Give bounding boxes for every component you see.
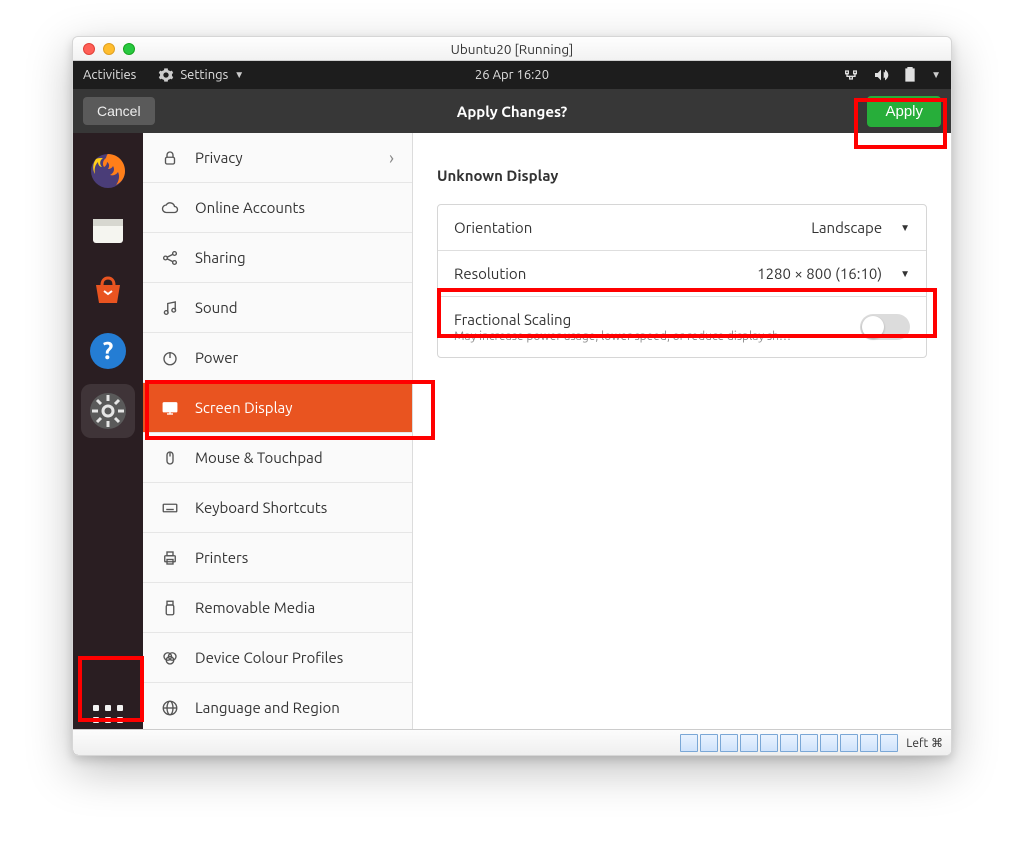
vbox-seamless-icon[interactable] <box>840 734 858 752</box>
sidebar-item-language[interactable]: Language and Region <box>143 683 412 733</box>
app-menu-label: Settings <box>180 68 228 82</box>
vbox-net-icon[interactable] <box>720 734 738 752</box>
power-icon <box>161 349 179 367</box>
battery-icon[interactable] <box>903 67 917 83</box>
vbox-usb-icon[interactable] <box>740 734 758 752</box>
chevron-down-icon: ▼ <box>900 222 910 234</box>
display-icon <box>161 399 179 417</box>
keyboard-icon <box>161 499 179 517</box>
volume-icon[interactable] <box>873 68 889 82</box>
svg-text:?: ? <box>103 337 114 364</box>
usb-icon <box>161 599 179 617</box>
software-icon <box>88 271 128 311</box>
window-title: Ubuntu20 [Running] <box>73 41 951 57</box>
sidebar-item-sound[interactable]: Sound <box>143 283 412 333</box>
help-icon: ? <box>88 331 128 371</box>
gear-icon <box>158 67 174 83</box>
dock-files[interactable] <box>81 204 135 258</box>
mouse-icon <box>161 449 179 467</box>
orientation-label: Orientation <box>454 219 532 236</box>
mac-titlebar: Ubuntu20 [Running] <box>73 37 951 61</box>
sidebar-item-privacy[interactable]: Privacy › <box>143 133 412 183</box>
settings-icon <box>88 391 128 431</box>
sidebar-item-printers[interactable]: Printers <box>143 533 412 583</box>
colour-icon <box>161 649 179 667</box>
sidebar-item-label: Keyboard Shortcuts <box>195 499 327 516</box>
hostkey-label: Left ⌘ <box>906 736 943 750</box>
chevron-down-icon[interactable]: ▼ <box>931 69 941 81</box>
fractional-scaling-label: Fractional Scaling <box>454 311 794 328</box>
sidebar-item-sharing[interactable]: Sharing <box>143 233 412 283</box>
share-icon <box>161 249 179 267</box>
vbox-display-icon[interactable] <box>780 734 798 752</box>
vbox-hd-icon[interactable] <box>680 734 698 752</box>
sidebar-item-label: Sharing <box>195 249 246 266</box>
sidebar-item-mouse[interactable]: Mouse & Touchpad <box>143 433 412 483</box>
vbox-v-icon[interactable] <box>820 734 838 752</box>
vbox-shared-icon[interactable] <box>760 734 778 752</box>
chevron-down-icon: ▼ <box>234 69 244 81</box>
globe-icon <box>161 699 179 717</box>
chevron-down-icon: ▼ <box>900 268 910 280</box>
dialog-headerbar: Cancel Apply Changes? Apply <box>73 89 951 133</box>
sidebar-item-label: Screen Display <box>195 399 292 416</box>
sidebar-item-label: Language and Region <box>195 699 340 716</box>
ubuntu-dock: ? <box>73 133 143 755</box>
window-minimize-button[interactable] <box>103 43 115 55</box>
settings-sidebar: Privacy › Online Accounts Sharing Sound … <box>143 133 413 755</box>
dock-firefox[interactable] <box>81 144 135 198</box>
cloud-icon <box>161 199 179 217</box>
vbox-cd-icon[interactable] <box>700 734 718 752</box>
sidebar-item-label: Device Colour Profiles <box>195 649 343 666</box>
orientation-value: Landscape <box>811 219 882 236</box>
vbox-rec-icon[interactable] <box>800 734 818 752</box>
sidebar-item-power[interactable]: Power <box>143 333 412 383</box>
orientation-row[interactable]: Orientation Landscape ▼ <box>438 205 926 251</box>
dialog-title: Apply Changes? <box>73 103 951 120</box>
sidebar-item-online-accounts[interactable]: Online Accounts <box>143 183 412 233</box>
lock-icon <box>161 149 179 167</box>
sidebar-item-label: Removable Media <box>195 599 315 616</box>
dock-help[interactable]: ? <box>81 324 135 378</box>
app-menu[interactable]: Settings ▼ <box>158 67 244 83</box>
firefox-icon <box>88 151 128 191</box>
activities-button[interactable]: Activities <box>83 68 136 82</box>
resolution-value: 1280 × 800 (16:10) <box>757 265 882 282</box>
music-icon <box>161 299 179 317</box>
fractional-scaling-switch[interactable] <box>860 314 910 340</box>
vbox-keyboard-icon[interactable] <box>860 734 878 752</box>
fractional-scaling-row[interactable]: Fractional Scaling May increase power us… <box>438 297 926 357</box>
vm-window: Ubuntu20 [Running] Activities Settings ▼… <box>72 36 952 756</box>
resolution-row[interactable]: Resolution 1280 × 800 (16:10) ▼ <box>438 251 926 297</box>
section-title: Unknown Display <box>437 167 927 184</box>
vbox-hostkey-icon[interactable] <box>880 734 898 752</box>
sidebar-item-label: Privacy <box>195 149 243 166</box>
vbox-statusbar: Left ⌘ <box>73 729 951 755</box>
window-close-button[interactable] <box>83 43 95 55</box>
printer-icon <box>161 549 179 567</box>
sidebar-item-label: Online Accounts <box>195 199 305 216</box>
sidebar-item-label: Sound <box>195 299 238 316</box>
sidebar-item-label: Power <box>195 349 238 366</box>
resolution-label: Resolution <box>454 265 526 282</box>
sidebar-item-label: Mouse & Touchpad <box>195 449 323 466</box>
display-settings-content: Unknown Display Orientation Landscape ▼ … <box>413 133 951 755</box>
chevron-right-icon: › <box>389 148 394 168</box>
network-icon[interactable] <box>843 68 859 82</box>
files-icon <box>88 211 128 251</box>
sidebar-item-label: Printers <box>195 549 248 566</box>
sidebar-item-removable[interactable]: Removable Media <box>143 583 412 633</box>
dock-settings[interactable] <box>81 384 135 438</box>
sidebar-item-keyboard[interactable]: Keyboard Shortcuts <box>143 483 412 533</box>
sidebar-item-screen-display[interactable]: Screen Display <box>143 383 412 433</box>
window-maximize-button[interactable] <box>123 43 135 55</box>
fractional-scaling-sub: May increase power usage, lower speed, o… <box>454 330 794 343</box>
gnome-topbar: Activities Settings ▼ 26 Apr 16:20 ▼ <box>73 61 951 89</box>
display-panel: Orientation Landscape ▼ Resolution 1280 … <box>437 204 927 358</box>
sidebar-item-colour[interactable]: Device Colour Profiles <box>143 633 412 683</box>
apply-button[interactable]: Apply <box>867 96 941 127</box>
cancel-button[interactable]: Cancel <box>83 97 155 125</box>
dock-software[interactable] <box>81 264 135 318</box>
